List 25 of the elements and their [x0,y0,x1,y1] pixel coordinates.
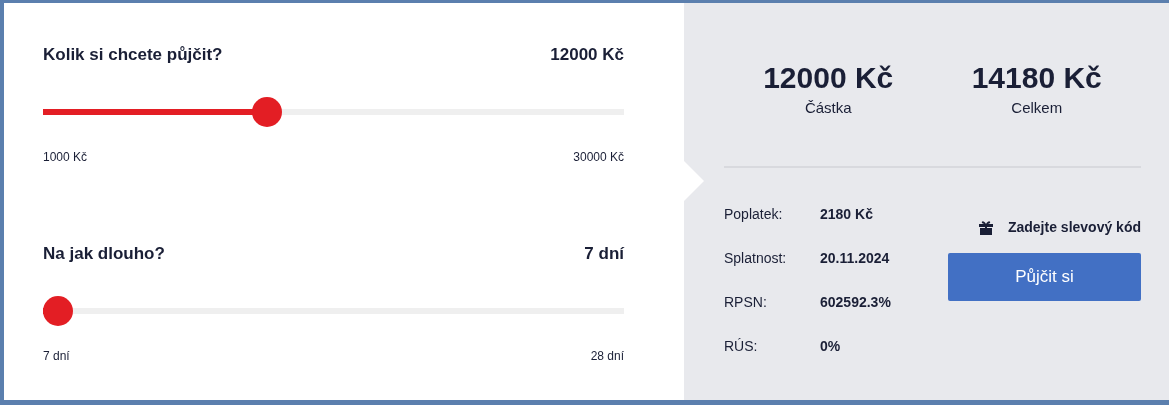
detail-label: RPSN: [724,294,768,312]
discount-link[interactable]: Zadejte slevový kód [977,219,1141,235]
summary-label: Částka [804,99,852,116]
slider-thumb[interactable] [251,97,282,127]
detail-value: 0% [820,338,841,356]
slider-value: 12000 Kč [550,45,624,65]
slider-thumb[interactable] [43,296,73,326]
summary-amount: 12000 Kč [763,61,894,95]
summary-label: Celkem [1011,99,1063,116]
detail-value: 20.11.2024 [820,250,890,268]
slider-question: Na jak dlouho? [43,244,165,264]
summary-amount: 14180 Kč [971,61,1102,95]
detail-value: 2180 Kč [820,206,873,224]
detail-label: Splatnost: [724,250,788,268]
max-label: 28 dní [590,349,624,363]
submit-button[interactable]: Půjčit si [948,253,1141,301]
gift-icon [977,219,994,235]
slider-question: Kolik si chcete půjčit? [43,45,223,65]
max-label: 30000 Kč [573,150,624,164]
detail-label: RÚS: [724,338,759,356]
min-label: 7 dní [43,349,70,363]
detail-value: 602592.3% [820,294,891,312]
detail-label: Poplatek: [724,206,784,224]
slider-value: 7 dní [584,244,624,264]
min-label: 1000 Kč [43,150,88,164]
